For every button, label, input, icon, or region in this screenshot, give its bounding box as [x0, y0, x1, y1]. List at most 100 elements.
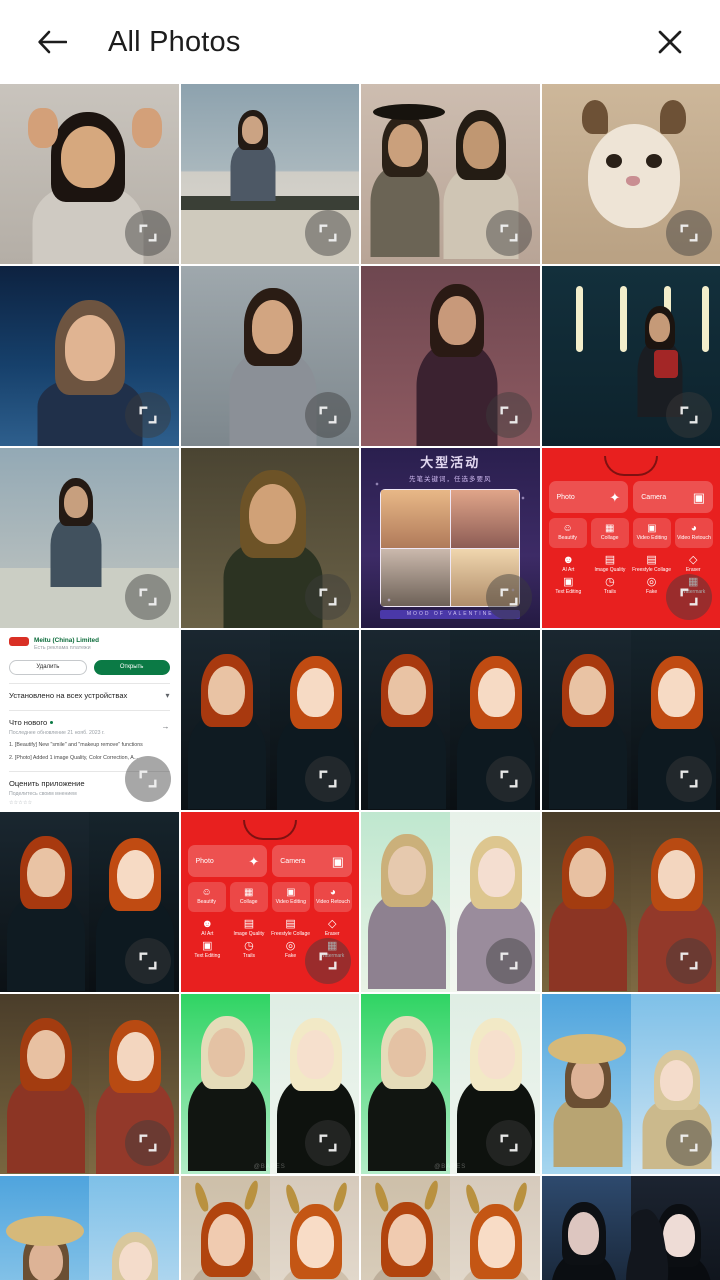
photo-tile[interactable]	[0, 994, 179, 1174]
photo-tile[interactable]: Photo ✦ Camera ▣ ☺ Beautify ▦ Collage ▣ Video Edi…	[180, 812, 359, 992]
meitu-tool-item[interactable]: ▤ Image Quality	[229, 919, 269, 938]
expand-crop-icon[interactable]	[666, 210, 712, 256]
photo-tile[interactable]	[541, 1176, 720, 1280]
app-header: All Photos	[0, 0, 720, 84]
photo-tile[interactable]: Photo ✦ Camera ▣ ☺ Beautify ▦ Collage ▣ Video Edi…	[541, 448, 720, 628]
meitu-tool-card[interactable]: ▣ Video Editing	[271, 882, 310, 912]
expand-crop-icon[interactable]	[485, 938, 532, 984]
expand-crop-icon[interactable]	[124, 210, 171, 256]
ai-art-icon: ☻	[562, 554, 575, 566]
photo-tile[interactable]	[0, 448, 179, 628]
photo-tile[interactable]: @BAPES	[180, 994, 359, 1174]
expand-crop-icon[interactable]	[124, 392, 171, 438]
expand-crop-icon[interactable]	[305, 938, 351, 984]
meitu-tool-card[interactable]: ▦ Collage	[590, 518, 629, 548]
expand-crop-icon[interactable]	[666, 1120, 712, 1166]
open-button[interactable]: Открыть	[93, 660, 170, 676]
photo-tile[interactable]	[0, 1176, 179, 1280]
photo-tile[interactable]	[541, 266, 720, 446]
meitu-tool-item[interactable]: ▣ Text Editing	[188, 940, 228, 960]
photo-tile[interactable]	[361, 630, 540, 810]
photo-tile[interactable]	[541, 994, 720, 1174]
photo-tile[interactable]: Meitu (China) Limited Есть реклама плате…	[0, 630, 179, 810]
expand-crop-icon[interactable]	[124, 574, 171, 620]
photo-tile[interactable]	[0, 266, 179, 446]
card-label: Video Editing	[275, 899, 307, 906]
photo-tile[interactable]	[180, 84, 359, 264]
meitu-tool-item[interactable]: ◇ Eraser	[312, 919, 352, 938]
photo-tile[interactable]	[361, 812, 540, 992]
photo-tile[interactable]	[180, 266, 359, 446]
item-label: AI Art	[562, 567, 575, 573]
photo-grid[interactable]: 大型活动 先笔关键词，任选多要风 MOOD OF VALENTINE Photo ✦ C…	[0, 84, 720, 1280]
meitu-tool-item[interactable]: ◇ Eraser	[673, 555, 713, 574]
meitu-tool-card[interactable]: ◕ Video Retouch	[313, 882, 352, 912]
close-button[interactable]	[646, 18, 694, 66]
expand-crop-icon[interactable]	[485, 1120, 532, 1166]
after-image	[89, 1176, 179, 1280]
photo-tile[interactable]	[541, 812, 720, 992]
photo-tile[interactable]	[361, 84, 540, 264]
before-image	[0, 1176, 90, 1280]
meitu-camera-card[interactable]: Camera ▣	[633, 481, 713, 513]
whats-new-row[interactable]: Что нового Последнее обновление 21 нояб.…	[9, 717, 170, 738]
promo-preview-cell	[381, 490, 450, 548]
item-label: Image Quality	[594, 567, 626, 573]
back-button[interactable]	[28, 18, 76, 66]
expand-crop-icon[interactable]	[124, 938, 171, 984]
photo-tile[interactable]	[361, 266, 540, 446]
promo-title: 大型活动	[420, 455, 481, 470]
before-image	[0, 994, 90, 1174]
expand-crop-icon[interactable]	[305, 210, 351, 256]
meitu-tool-item[interactable]: ▤ Image Quality	[590, 555, 630, 574]
expand-crop-icon[interactable]	[666, 392, 712, 438]
photo-tile[interactable]: @BAPES	[361, 994, 540, 1174]
meitu-photo-card[interactable]: Photo ✦	[548, 481, 629, 513]
installed-row[interactable]: Установлено на всех устройствах ▾	[9, 690, 170, 702]
before-image	[541, 812, 631, 992]
expand-crop-icon[interactable]	[485, 210, 532, 256]
freestyle-collage-icon: ▤	[285, 918, 296, 930]
expand-crop-icon[interactable]	[485, 392, 532, 438]
expand-crop-icon[interactable]	[305, 574, 351, 620]
card-label: Beautify	[558, 535, 577, 542]
meitu-tool-card[interactable]: ☺ Beautify	[187, 882, 226, 912]
meitu-tool-item[interactable]: ◷ Trails	[229, 940, 269, 960]
expand-crop-icon[interactable]	[124, 756, 171, 802]
meitu-tool-card[interactable]: ▦ Collage	[229, 882, 268, 912]
meitu-tool-item[interactable]: ▤ Freestyle Collage	[271, 919, 311, 938]
card-label: Beautify	[197, 899, 216, 906]
photo-tile[interactable]	[0, 84, 179, 264]
photo-tile[interactable]	[541, 84, 720, 264]
photo-tile[interactable]	[180, 448, 359, 628]
expand-crop-icon[interactable]	[305, 392, 351, 438]
expand-crop-icon[interactable]	[666, 938, 712, 984]
photo-tile[interactable]	[0, 812, 179, 992]
meitu-tool-item[interactable]: ☻ AI Art	[549, 555, 589, 574]
photo-tile[interactable]: 大型活动 先笔关键词，任选多要风 MOOD OF VALENTINE	[361, 448, 540, 628]
meitu-tool-item[interactable]: ☻ AI Art	[188, 919, 228, 938]
before-image	[541, 630, 631, 810]
uninstall-button[interactable]: Удалить	[9, 660, 87, 676]
meitu-tool-card[interactable]: ☺ Beautify	[548, 518, 587, 548]
expand-crop-icon[interactable]	[485, 756, 532, 802]
expand-crop-icon[interactable]	[305, 756, 351, 802]
expand-crop-icon[interactable]	[305, 1120, 351, 1166]
expand-crop-icon[interactable]	[666, 574, 712, 620]
meitu-tool-item[interactable]: ◷ Trails	[590, 576, 630, 596]
meitu-tool-item[interactable]: ▤ Freestyle Collage	[632, 555, 672, 574]
meitu-photo-card[interactable]: Photo ✦	[187, 845, 268, 877]
meitu-camera-card[interactable]: Camera ▣	[272, 845, 352, 877]
photo-tile[interactable]	[361, 1176, 540, 1280]
photo-tile[interactable]	[180, 1176, 359, 1280]
video-edit-icon: ▣	[647, 523, 657, 535]
meitu-tool-card[interactable]: ◕ Video Retouch	[674, 518, 713, 548]
photo-tile[interactable]	[180, 630, 359, 810]
meitu-tool-card[interactable]: ▣ Video Editing	[632, 518, 671, 548]
expand-crop-icon[interactable]	[124, 1120, 171, 1166]
expand-crop-icon[interactable]	[485, 574, 532, 620]
expand-crop-icon[interactable]	[666, 756, 712, 802]
photo-tile[interactable]	[541, 630, 720, 810]
video-retouch-icon: ◕	[329, 887, 336, 899]
meitu-tool-item[interactable]: ▣ Text Editing	[549, 576, 589, 596]
